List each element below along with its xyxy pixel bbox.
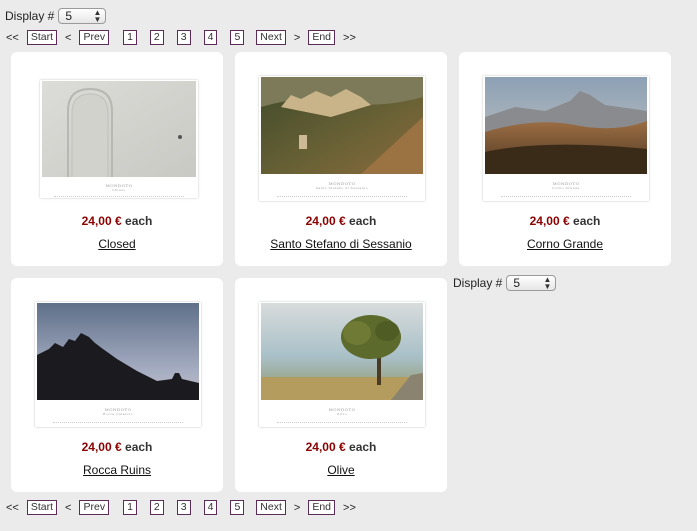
select-arrows-icon: ▲ ▼ — [543, 275, 552, 291]
product-price: 24,00 € each — [81, 214, 153, 228]
select-arrows-icon: ▲ ▼ — [93, 8, 102, 24]
poster-subcaption: Corno Grande — [552, 186, 580, 190]
next-symbol: > — [293, 501, 301, 514]
pagination-bottom: << Start < Prev 1 2 3 4 5 Next > End >> — [6, 500, 364, 515]
next-button[interactable]: Next — [256, 500, 286, 515]
poster-subcaption: Rocca Calascio — [103, 412, 133, 416]
product-title-link[interactable]: Santo Stefano di Sessanio — [235, 237, 447, 251]
page-2-button[interactable]: 2 — [149, 30, 164, 45]
product-price: 24,00 € each — [81, 440, 153, 454]
pagination-top: << Start < Prev 1 2 3 4 5 Next > End >> — [6, 30, 364, 45]
prev-symbol: < — [65, 31, 72, 44]
product-card-closed: MONDOTO Chiuso 24,00 € each Closed — [11, 52, 223, 266]
poster-subcaption: Chiuso — [112, 188, 126, 192]
display-count-row-middle: Display # 5 ▲ ▼ — [453, 275, 557, 291]
start-button[interactable]: Start — [26, 500, 58, 515]
prev-button[interactable]: Prev — [79, 500, 110, 515]
product-price: 24,00 € each — [529, 214, 601, 228]
page-5-button[interactable]: 5 — [230, 30, 245, 45]
page-1-button[interactable]: 1 — [123, 500, 137, 515]
first-symbol: << — [6, 31, 19, 44]
page-5-button[interactable]: 5 — [230, 500, 245, 515]
product-title-link[interactable]: Rocca Ruins — [11, 463, 223, 477]
product-title-link[interactable]: Corno Grande — [459, 237, 671, 251]
page-4-button[interactable]: 4 — [203, 30, 218, 45]
first-symbol: << — [6, 501, 19, 514]
page-4-button[interactable]: 4 — [203, 500, 218, 515]
product-card-santo-stefano: MONDOTO Santo Stefano di Sessanio 24,00 … — [235, 52, 447, 266]
product-image-corno-grande[interactable]: MONDOTO Corno Grande — [483, 76, 649, 201]
display-count-value: 5 — [513, 276, 521, 290]
poster-subcaption: Santo Stefano di Sessanio — [315, 186, 369, 190]
poster-subcaption: Olivo — [336, 412, 348, 416]
last-symbol: >> — [343, 31, 356, 44]
display-count-label: Display # — [453, 276, 503, 290]
product-card-olive: MONDOTO Olivo 24,00 € each Olive — [235, 278, 447, 492]
product-title-link[interactable]: Olive — [235, 463, 447, 477]
display-count-label: Display # — [5, 9, 55, 23]
last-symbol: >> — [343, 501, 356, 514]
display-count-select[interactable]: 5 ▲ ▼ — [506, 275, 557, 291]
end-button[interactable]: End — [308, 30, 336, 45]
product-card-corno-grande: MONDOTO Corno Grande 24,00 € each Corno … — [459, 52, 671, 266]
display-count-row-top: Display # 5 ▲ ▼ — [5, 8, 107, 24]
prev-button[interactable]: Prev — [79, 30, 110, 45]
product-card-rocca-ruins: MONDOTO Rocca Calascio 24,00 € each Rocc… — [11, 278, 223, 492]
start-button[interactable]: Start — [26, 30, 58, 45]
page-1-button[interactable]: 1 — [123, 30, 137, 45]
product-image-santo-stefano[interactable]: MONDOTO Santo Stefano di Sessanio — [259, 76, 425, 201]
product-title-link[interactable]: Closed — [11, 237, 223, 251]
end-button[interactable]: End — [308, 500, 336, 515]
page-3-button[interactable]: 3 — [176, 30, 191, 45]
product-image-closed[interactable]: MONDOTO Chiuso — [40, 80, 198, 198]
page-3-button[interactable]: 3 — [176, 500, 191, 515]
product-image-olive[interactable]: MONDOTO Olivo — [259, 302, 425, 427]
product-price: 24,00 € each — [305, 214, 377, 228]
product-price: 24,00 € each — [305, 440, 377, 454]
next-button[interactable]: Next — [256, 30, 286, 45]
page-2-button[interactable]: 2 — [149, 500, 164, 515]
display-count-value: 5 — [65, 9, 73, 23]
display-count-select[interactable]: 5 ▲ ▼ — [58, 8, 107, 24]
prev-symbol: < — [65, 501, 72, 514]
product-image-rocca-ruins[interactable]: MONDOTO Rocca Calascio — [35, 302, 201, 427]
next-symbol: > — [293, 31, 301, 44]
